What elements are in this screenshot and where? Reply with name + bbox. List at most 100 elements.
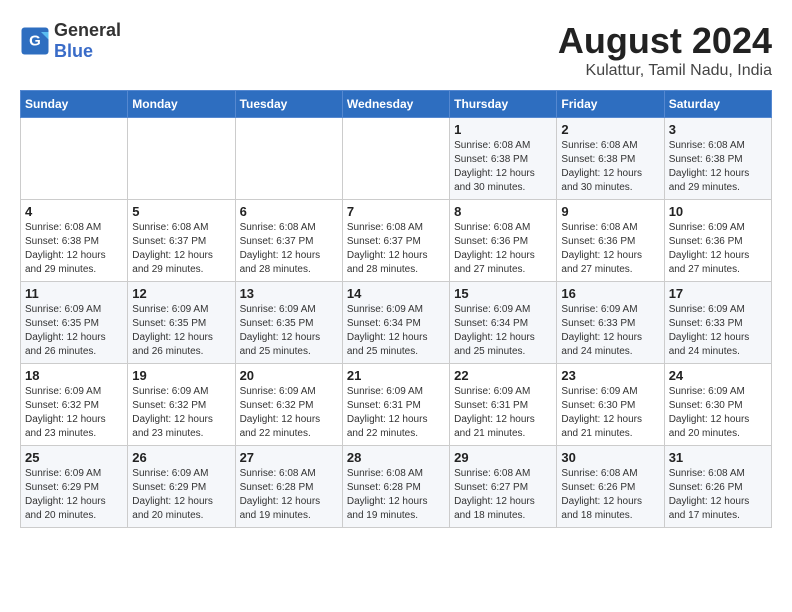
day-number: 3	[669, 122, 767, 137]
calendar-cell: 4 Sunrise: 6:08 AM Sunset: 6:38 PM Daylig…	[21, 200, 128, 282]
day-number: 12	[132, 286, 230, 301]
day-detail: Sunrise: 6:09 AM Sunset: 6:33 PM Dayligh…	[561, 303, 659, 359]
day-number: 16	[561, 286, 659, 301]
calendar-cell: 15 Sunrise: 6:09 AM Sunset: 6:34 PM Dayli…	[450, 282, 557, 364]
day-number: 30	[561, 450, 659, 465]
day-number: 13	[240, 286, 338, 301]
calendar-cell: 26 Sunrise: 6:09 AM Sunset: 6:29 PM Dayli…	[128, 446, 235, 528]
calendar-week-row: 1Sunrise: 6:08 AM Sunset: 6:38 PM Daylig…	[21, 118, 772, 200]
day-detail: Sunrise: 6:09 AM Sunset: 6:35 PM Dayligh…	[132, 303, 230, 359]
day-number: 9	[561, 204, 659, 219]
calendar-cell	[21, 118, 128, 200]
calendar-cell: 24 Sunrise: 6:09 AM Sunset: 6:30 PM Dayli…	[664, 364, 771, 446]
calendar-cell: 29Sunrise: 6:08 AM Sunset: 6:27 PM Dayli…	[450, 446, 557, 528]
logo: G General Blue	[20, 20, 121, 62]
calendar-week-row: 18 Sunrise: 6:09 AM Sunset: 6:32 PM Dayli…	[21, 364, 772, 446]
calendar-cell: 16 Sunrise: 6:09 AM Sunset: 6:33 PM Dayli…	[557, 282, 664, 364]
day-number: 23	[561, 368, 659, 383]
weekday-header: Thursday	[450, 91, 557, 118]
calendar-table: SundayMondayTuesdayWednesdayThursdayFrid…	[20, 90, 772, 528]
day-detail: Sunrise: 6:09 AM Sunset: 6:32 PM Dayligh…	[25, 385, 123, 441]
day-detail: Sunrise: 6:08 AM Sunset: 6:28 PM Dayligh…	[240, 467, 338, 523]
calendar-cell: 11Sunrise: 6:09 AM Sunset: 6:35 PM Dayli…	[21, 282, 128, 364]
calendar-cell: 23Sunrise: 6:09 AM Sunset: 6:30 PM Dayli…	[557, 364, 664, 446]
day-detail: Sunrise: 6:09 AM Sunset: 6:31 PM Dayligh…	[347, 385, 445, 441]
day-detail: Sunrise: 6:08 AM Sunset: 6:37 PM Dayligh…	[240, 221, 338, 277]
logo-general-text: General	[54, 20, 121, 41]
day-detail: Sunrise: 6:09 AM Sunset: 6:29 PM Dayligh…	[25, 467, 123, 523]
calendar-cell: 1Sunrise: 6:08 AM Sunset: 6:38 PM Daylig…	[450, 118, 557, 200]
calendar-cell: 27 Sunrise: 6:08 AM Sunset: 6:28 PM Dayli…	[235, 446, 342, 528]
calendar-cell: 22Sunrise: 6:09 AM Sunset: 6:31 PM Dayli…	[450, 364, 557, 446]
day-number: 29	[454, 450, 552, 465]
day-number: 17	[669, 286, 767, 301]
calendar-week-row: 25 Sunrise: 6:09 AM Sunset: 6:29 PM Dayli…	[21, 446, 772, 528]
day-number: 19	[132, 368, 230, 383]
calendar-cell: 31 Sunrise: 6:08 AM Sunset: 6:26 PM Dayli…	[664, 446, 771, 528]
day-detail: Sunrise: 6:09 AM Sunset: 6:32 PM Dayligh…	[132, 385, 230, 441]
day-number: 8	[454, 204, 552, 219]
day-number: 26	[132, 450, 230, 465]
day-detail: Sunrise: 6:08 AM Sunset: 6:26 PM Dayligh…	[669, 467, 767, 523]
weekday-header: Monday	[128, 91, 235, 118]
calendar-cell: 18 Sunrise: 6:09 AM Sunset: 6:32 PM Dayli…	[21, 364, 128, 446]
calendar-cell: 12 Sunrise: 6:09 AM Sunset: 6:35 PM Dayli…	[128, 282, 235, 364]
svg-text:G: G	[29, 33, 41, 50]
day-number: 25	[25, 450, 123, 465]
page-header: G General Blue August 2024 Kulattur, Tam…	[20, 20, 772, 80]
weekday-header: Friday	[557, 91, 664, 118]
calendar-cell: 7Sunrise: 6:08 AM Sunset: 6:37 PM Daylig…	[342, 200, 449, 282]
calendar-week-row: 4 Sunrise: 6:08 AM Sunset: 6:38 PM Daylig…	[21, 200, 772, 282]
day-detail: Sunrise: 6:08 AM Sunset: 6:26 PM Dayligh…	[561, 467, 659, 523]
day-detail: Sunrise: 6:09 AM Sunset: 6:35 PM Dayligh…	[240, 303, 338, 359]
calendar-cell: 30 Sunrise: 6:08 AM Sunset: 6:26 PM Dayli…	[557, 446, 664, 528]
day-detail: Sunrise: 6:09 AM Sunset: 6:33 PM Dayligh…	[669, 303, 767, 359]
day-number: 20	[240, 368, 338, 383]
calendar-cell: 28Sunrise: 6:08 AM Sunset: 6:28 PM Dayli…	[342, 446, 449, 528]
month-year: August 2024	[558, 20, 772, 62]
day-detail: Sunrise: 6:09 AM Sunset: 6:30 PM Dayligh…	[669, 385, 767, 441]
weekday-header: Saturday	[664, 91, 771, 118]
day-detail: Sunrise: 6:09 AM Sunset: 6:29 PM Dayligh…	[132, 467, 230, 523]
calendar-cell: 21 Sunrise: 6:09 AM Sunset: 6:31 PM Dayli…	[342, 364, 449, 446]
day-detail: Sunrise: 6:08 AM Sunset: 6:38 PM Dayligh…	[669, 139, 767, 195]
day-number: 21	[347, 368, 445, 383]
day-detail: Sunrise: 6:09 AM Sunset: 6:31 PM Dayligh…	[454, 385, 552, 441]
weekday-header: Sunday	[21, 91, 128, 118]
day-detail: Sunrise: 6:09 AM Sunset: 6:34 PM Dayligh…	[347, 303, 445, 359]
title-block: August 2024 Kulattur, Tamil Nadu, India	[558, 20, 772, 80]
calendar-week-row: 11Sunrise: 6:09 AM Sunset: 6:35 PM Dayli…	[21, 282, 772, 364]
day-detail: Sunrise: 6:08 AM Sunset: 6:28 PM Dayligh…	[347, 467, 445, 523]
calendar-cell: 5Sunrise: 6:08 AM Sunset: 6:37 PM Daylig…	[128, 200, 235, 282]
day-detail: Sunrise: 6:08 AM Sunset: 6:38 PM Dayligh…	[25, 221, 123, 277]
calendar-cell: 19 Sunrise: 6:09 AM Sunset: 6:32 PM Dayli…	[128, 364, 235, 446]
calendar-cell: 20Sunrise: 6:09 AM Sunset: 6:32 PM Dayli…	[235, 364, 342, 446]
day-number: 7	[347, 204, 445, 219]
logo-icon: G	[20, 26, 50, 56]
weekday-header-row: SundayMondayTuesdayWednesdayThursdayFrid…	[21, 91, 772, 118]
calendar-cell: 10Sunrise: 6:09 AM Sunset: 6:36 PM Dayli…	[664, 200, 771, 282]
weekday-header: Tuesday	[235, 91, 342, 118]
day-number: 14	[347, 286, 445, 301]
day-number: 24	[669, 368, 767, 383]
calendar-cell: 9Sunrise: 6:08 AM Sunset: 6:36 PM Daylig…	[557, 200, 664, 282]
day-detail: Sunrise: 6:09 AM Sunset: 6:35 PM Dayligh…	[25, 303, 123, 359]
day-number: 15	[454, 286, 552, 301]
day-number: 10	[669, 204, 767, 219]
day-number: 27	[240, 450, 338, 465]
day-number: 4	[25, 204, 123, 219]
day-number: 31	[669, 450, 767, 465]
day-number: 5	[132, 204, 230, 219]
calendar-cell: 8Sunrise: 6:08 AM Sunset: 6:36 PM Daylig…	[450, 200, 557, 282]
calendar-cell	[128, 118, 235, 200]
calendar-cell: 25 Sunrise: 6:09 AM Sunset: 6:29 PM Dayli…	[21, 446, 128, 528]
day-detail: Sunrise: 6:08 AM Sunset: 6:38 PM Dayligh…	[561, 139, 659, 195]
day-number: 18	[25, 368, 123, 383]
calendar-cell: 13 Sunrise: 6:09 AM Sunset: 6:35 PM Dayli…	[235, 282, 342, 364]
calendar-cell: 6 Sunrise: 6:08 AM Sunset: 6:37 PM Daylig…	[235, 200, 342, 282]
day-detail: Sunrise: 6:09 AM Sunset: 6:34 PM Dayligh…	[454, 303, 552, 359]
calendar-cell	[342, 118, 449, 200]
weekday-header: Wednesday	[342, 91, 449, 118]
day-number: 6	[240, 204, 338, 219]
calendar-cell: 2Sunrise: 6:08 AM Sunset: 6:38 PM Daylig…	[557, 118, 664, 200]
